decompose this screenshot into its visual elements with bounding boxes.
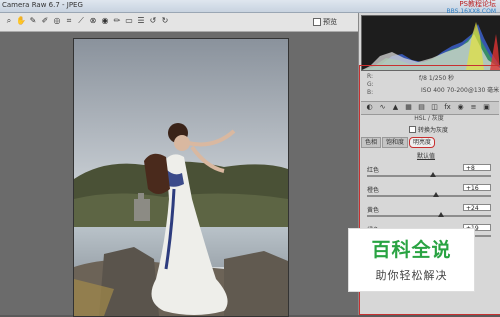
split-toning-icon[interactable]: ▤ — [417, 103, 426, 112]
hsl-tabs: 色相 饱和度 明亮度 — [361, 137, 436, 148]
image-canvas[interactable] — [0, 32, 358, 317]
section-title: HSL / 灰度 — [414, 115, 444, 122]
slider-label: 橙色 — [367, 187, 380, 194]
color-sampler-icon[interactable]: ✐ — [40, 16, 50, 26]
convert-grayscale-box[interactable] — [409, 126, 416, 133]
straighten-icon[interactable]: ⟋ — [76, 16, 86, 26]
spot-removal-icon[interactable]: ⊗ — [88, 16, 98, 26]
watermark-line1: PS教程论坛 — [459, 0, 496, 8]
photo-preview — [73, 38, 289, 317]
window-title: Camera Raw 6.7 - JPEG — [2, 1, 83, 9]
slider-track[interactable] — [367, 195, 491, 197]
basic-icon[interactable]: ◐ — [365, 103, 374, 112]
rotate-right-icon[interactable]: ↻ — [160, 16, 170, 26]
preview-checkbox[interactable]: 预览 — [313, 17, 337, 27]
detail-icon[interactable]: ▲ — [391, 103, 400, 112]
zoom-icon[interactable]: ⌕ — [4, 16, 14, 26]
overlay-title: 百科全说 — [371, 239, 452, 261]
preferences-icon[interactable]: ☰ — [136, 16, 146, 26]
lens-icon[interactable]: ◫ — [430, 103, 439, 112]
readout-b: B: — [367, 89, 374, 96]
tone-curve-icon[interactable]: ∿ — [378, 103, 387, 112]
slider-track[interactable] — [367, 215, 491, 217]
white-balance-icon[interactable]: ✎ — [28, 16, 38, 26]
tab-saturation[interactable]: 饱和度 — [382, 137, 409, 148]
readout-g: G: — [367, 81, 374, 88]
preview-checkbox-box[interactable] — [313, 18, 321, 26]
adjustment-brush-icon[interactable]: ✏ — [112, 16, 122, 26]
overlay-logo: 百科全说 助你轻松解决 — [348, 228, 475, 292]
overlay-subtitle: 助你轻松解决 — [375, 269, 448, 282]
readout-r: R: — [367, 73, 374, 80]
slider-row: 橙色 +16 — [367, 184, 495, 205]
slider-label: 黄色 — [367, 207, 380, 214]
effects-icon[interactable]: fx — [443, 103, 452, 112]
tab-luminance[interactable]: 明亮度 — [409, 137, 436, 148]
iso-info: ISO 400 70-200@130 毫米 — [421, 87, 500, 94]
hand-icon[interactable]: ✋ — [16, 16, 26, 26]
default-link[interactable]: 默认值 — [417, 151, 435, 160]
slider-track[interactable] — [367, 175, 491, 177]
camera-info: f/8 1/250 秒 — [419, 75, 455, 82]
slider-thumb[interactable] — [430, 172, 436, 177]
slider-row: 黄色 +24 — [367, 204, 495, 225]
target-adjust-icon[interactable]: ◎ — [52, 16, 62, 26]
toolbar: ⌕ ✋ ✎ ✐ ◎ ⌗ ⟋ ⊗ ◉ ✏ ▭ ☰ ↺ ↻ 预览 — [0, 13, 358, 32]
preview-label: 预览 — [323, 18, 337, 26]
convert-grayscale-checkbox[interactable]: 转换为灰度 — [409, 125, 448, 134]
convert-grayscale-label: 转换为灰度 — [418, 127, 449, 134]
title-bar: Camera Raw 6.7 - JPEG PS教程论坛 BBS.16XX8.C… — [0, 0, 500, 15]
slider-row: 红色 +8 — [367, 164, 495, 185]
info-readout: R: G: B: f/8 1/250 秒 ISO 400 70-200@130 … — [361, 71, 499, 101]
graduated-filter-icon[interactable]: ▭ — [124, 16, 134, 26]
crop-icon[interactable]: ⌗ — [64, 16, 74, 26]
presets-icon[interactable]: ≡ — [469, 103, 478, 112]
snapshots-icon[interactable]: ▣ — [482, 103, 491, 112]
slider-value-field[interactable]: +24 — [463, 204, 491, 212]
rgb-readout: R: G: B: — [367, 73, 374, 97]
slider-thumb[interactable] — [433, 192, 439, 197]
red-eye-icon[interactable]: ◉ — [100, 16, 110, 26]
slider-thumb[interactable] — [438, 212, 444, 217]
slider-value-field[interactable]: +16 — [463, 184, 491, 192]
hsl-icon[interactable]: ▦ — [404, 103, 413, 112]
rotate-left-icon[interactable]: ↺ — [148, 16, 158, 26]
tab-hue[interactable]: 色相 — [361, 137, 382, 148]
camera-calibration-icon[interactable]: ◉ — [456, 103, 465, 112]
slider-value-field[interactable]: +8 — [463, 164, 491, 172]
histogram — [361, 15, 500, 71]
slider-label: 红色 — [367, 167, 380, 174]
